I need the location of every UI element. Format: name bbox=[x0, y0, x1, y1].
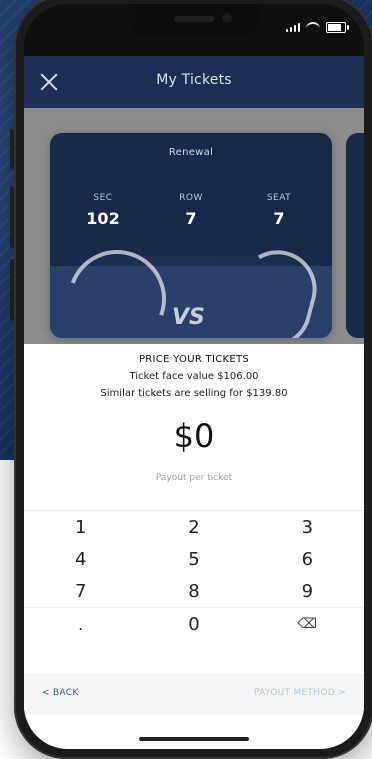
key-2[interactable]: 2 bbox=[137, 511, 250, 543]
similar-price-text: Similar tickets are selling for $139.80 bbox=[100, 388, 288, 399]
ticket-artwork: VS bbox=[50, 233, 332, 338]
phone-side-button bbox=[10, 186, 14, 248]
price-amount: $0 bbox=[173, 417, 215, 455]
top-bar: My Tickets bbox=[24, 56, 364, 108]
phone-side-button bbox=[10, 129, 14, 169]
phone-screen-bezel: My Tickets Renewal SEC 102 ROW 7 SEAT 7 … bbox=[24, 4, 364, 749]
key-4[interactable]: 4 bbox=[24, 543, 137, 575]
key-8[interactable]: 8 bbox=[137, 575, 250, 607]
face-value-text: Ticket face value $106.00 bbox=[129, 371, 259, 382]
key-0[interactable]: 0 bbox=[137, 608, 250, 640]
keypad-row: . 0 ⌫ bbox=[24, 607, 364, 640]
seat-details: SEC 102 ROW 7 SEAT 7 bbox=[68, 193, 314, 228]
key-3[interactable]: 3 bbox=[251, 511, 364, 543]
ticket-card[interactable]: Renewal SEC 102 ROW 7 SEAT 7 VS bbox=[50, 133, 332, 338]
battery-icon bbox=[326, 21, 349, 33]
key-7[interactable]: 7 bbox=[24, 575, 137, 607]
keypad-row: 1 2 3 bbox=[24, 511, 364, 543]
payout-label: Payout per ticket bbox=[155, 473, 233, 483]
app: My Tickets Renewal SEC 102 ROW 7 SEAT 7 … bbox=[24, 56, 364, 749]
key-6[interactable]: 6 bbox=[251, 543, 364, 575]
keypad-row: 7 8 9 bbox=[24, 575, 364, 607]
key-1[interactable]: 1 bbox=[24, 511, 137, 543]
price-sheet: PRICE YOUR TICKETS Ticket face value $10… bbox=[24, 344, 364, 749]
phone-side-button bbox=[10, 259, 14, 321]
key-5[interactable]: 5 bbox=[137, 543, 250, 575]
ticket-tag: Renewal bbox=[168, 147, 214, 158]
speaker bbox=[174, 16, 214, 22]
section-value: 102 bbox=[86, 209, 120, 228]
section-details: SEC 102 bbox=[68, 193, 138, 228]
row-details: ROW 7 bbox=[156, 193, 226, 228]
back-button[interactable]: < BACK bbox=[42, 688, 79, 698]
price-heading: PRICE YOUR TICKETS bbox=[138, 354, 250, 365]
signal-icon bbox=[286, 22, 300, 32]
bottom-navigation: < BACK PAYOUT METHOD > bbox=[24, 674, 364, 715]
seat-value: 7 bbox=[273, 209, 285, 228]
seat-label: SEAT bbox=[266, 193, 292, 203]
ticket-vs-text: VS bbox=[172, 305, 205, 330]
backspace-icon[interactable]: ⌫ bbox=[251, 608, 364, 640]
status-icons bbox=[286, 21, 349, 34]
home-indicator[interactable] bbox=[139, 737, 249, 741]
key-decimal[interactable]: . bbox=[24, 608, 137, 640]
seat-details-col: SEAT 7 bbox=[244, 193, 314, 228]
row-label: ROW bbox=[179, 193, 203, 203]
row-value: 7 bbox=[185, 209, 197, 228]
page-title: My Tickets bbox=[156, 72, 232, 88]
next-ticket-peek[interactable] bbox=[346, 133, 364, 338]
wifi-icon bbox=[306, 22, 320, 34]
front-camera bbox=[222, 13, 232, 23]
keypad-row: 4 5 6 bbox=[24, 543, 364, 575]
payout-method-button[interactable]: PAYOUT METHOD > bbox=[254, 688, 346, 698]
phone-screen: My Tickets Renewal SEC 102 ROW 7 SEAT 7 … bbox=[24, 4, 364, 749]
team-logo-left-icon bbox=[51, 233, 183, 338]
phone-frame: My Tickets Renewal SEC 102 ROW 7 SEAT 7 … bbox=[10, 0, 372, 759]
section-label: SEC bbox=[93, 193, 113, 203]
status-bar bbox=[24, 4, 364, 56]
key-9[interactable]: 9 bbox=[251, 575, 364, 607]
